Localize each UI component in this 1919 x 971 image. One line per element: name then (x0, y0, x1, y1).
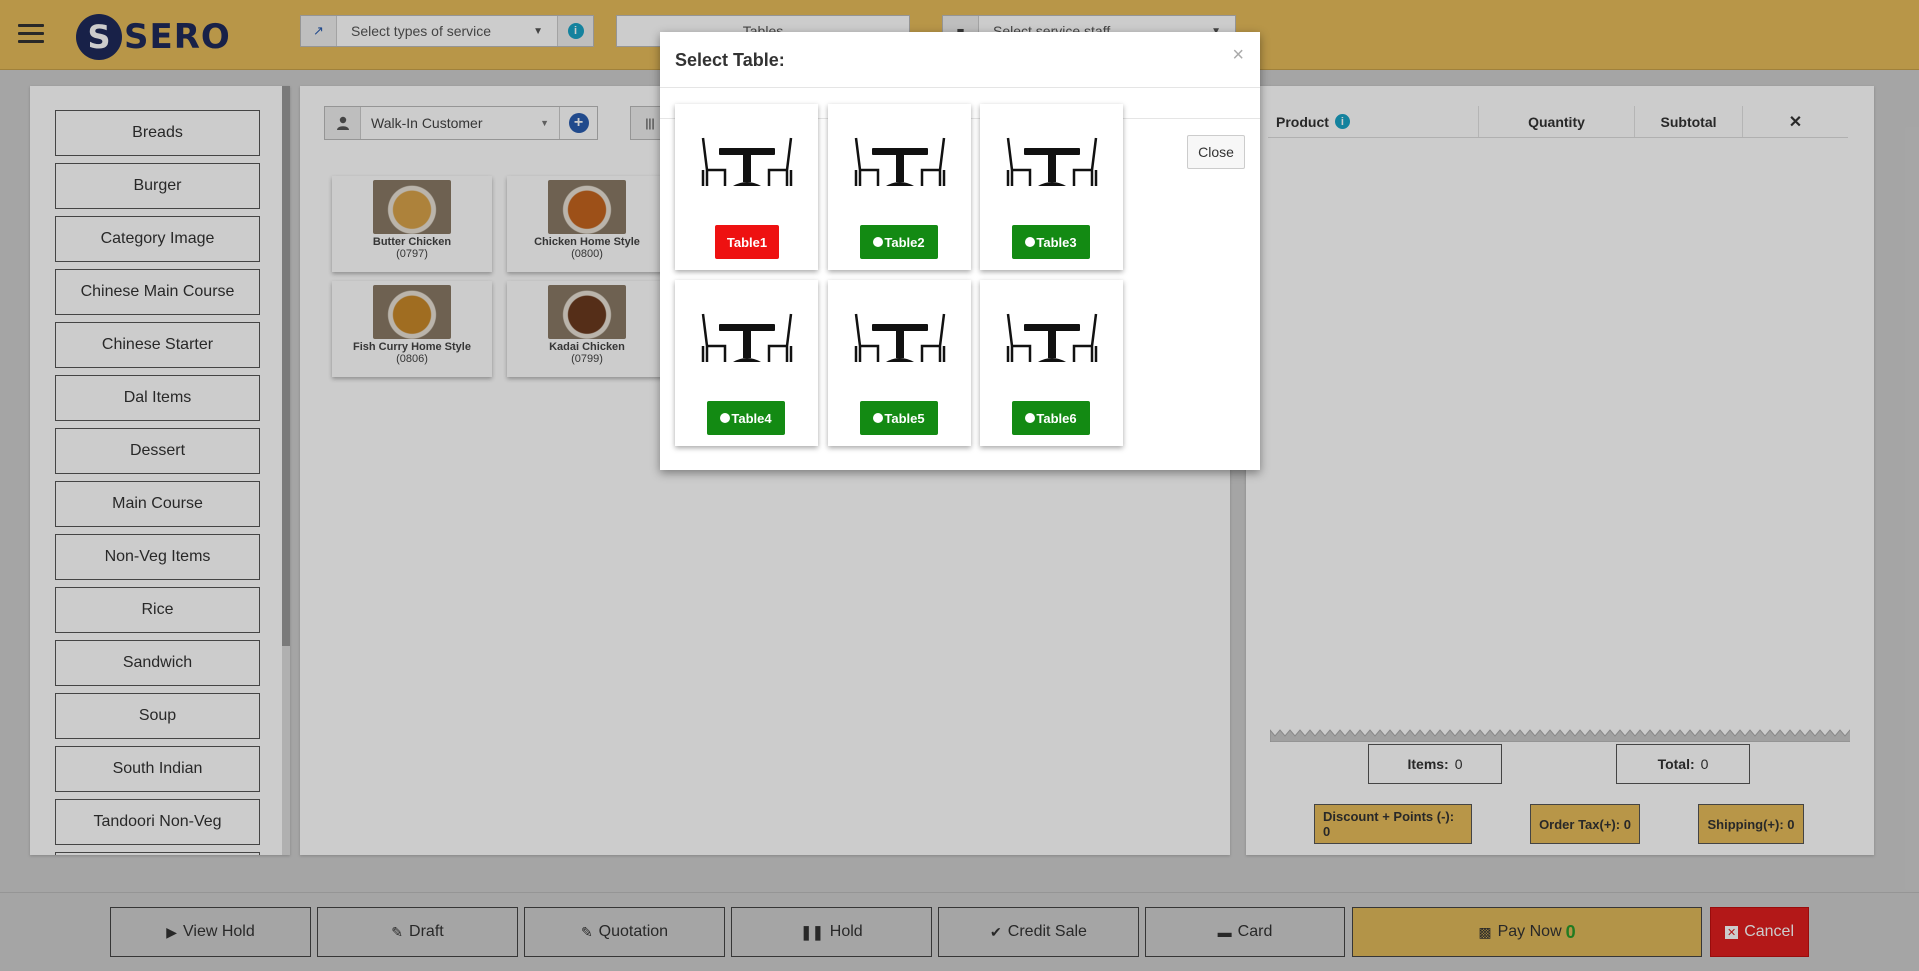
radio-dot-icon (1025, 413, 1036, 423)
table-card[interactable]: Table1 (675, 104, 818, 270)
close-icon[interactable]: × (1232, 44, 1244, 67)
radio-dot-icon (873, 413, 884, 423)
table-button[interactable]: Table5 (860, 401, 938, 435)
radio-dot-icon (720, 413, 731, 423)
modal-title: Select Table: (675, 50, 785, 70)
table-button[interactable]: Table2 (860, 225, 938, 259)
table-button[interactable]: Table1 (715, 225, 779, 259)
table-card[interactable]: Table6 (980, 280, 1123, 446)
table-card[interactable]: Table4 (675, 280, 818, 446)
table-card[interactable]: Table5 (828, 280, 971, 446)
table-button[interactable]: Table3 (1012, 225, 1090, 259)
radio-dot-icon (873, 237, 884, 247)
table-button[interactable]: Table4 (707, 401, 785, 435)
table-card[interactable]: Table3 (980, 104, 1123, 270)
select-table-modal: Select Table: × Close Table1 Table2 Table3… (660, 32, 1260, 470)
close-button[interactable]: Close (1187, 135, 1245, 169)
table-button[interactable]: Table6 (1012, 401, 1090, 435)
table-card[interactable]: Table2 (828, 104, 971, 270)
radio-dot-icon (1025, 237, 1036, 247)
